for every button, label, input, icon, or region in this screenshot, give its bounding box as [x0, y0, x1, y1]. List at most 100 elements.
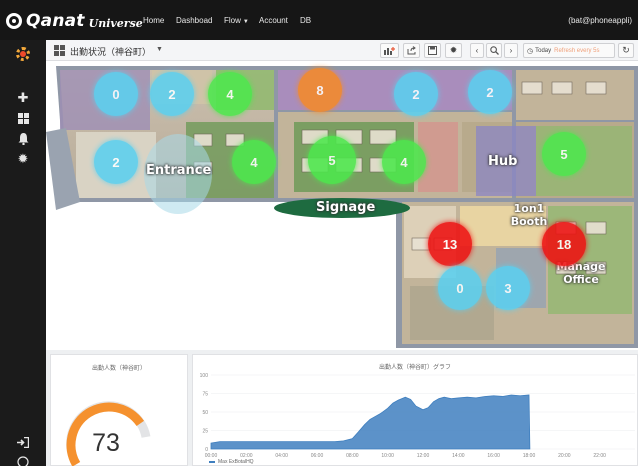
y-tick-label: 75 [202, 392, 208, 398]
x-tick-label: 22:00 [593, 453, 606, 459]
gear-icon: ✹ [449, 45, 458, 55]
app-window: Qanat Universe Home Dashboad Flow ▼ Accou… [0, 0, 638, 466]
legend-swatch [209, 461, 215, 463]
logo-ring-icon [6, 13, 22, 29]
gauge-panel[interactable]: 出勤人数（神谷町） 73 [50, 354, 188, 466]
occupancy-bubble[interactable]: 2 [468, 70, 512, 114]
occupancy-bubble[interactable]: 2 [150, 72, 194, 116]
legend-label: Max ExBotalHQ [218, 459, 254, 465]
gauge-value: 73 [92, 429, 120, 457]
save-icon [428, 46, 437, 55]
occupancy-bubble[interactable]: 3 [486, 266, 530, 310]
graph-legend[interactable]: Max ExBotalHQ [209, 459, 254, 465]
nav-dashboard[interactable]: Dashboad [176, 16, 212, 25]
nav-db[interactable]: DB [300, 16, 311, 25]
occupancy-count: 0 [456, 280, 464, 296]
bell-icon[interactable] [15, 131, 31, 147]
occupancy-count: 4 [250, 154, 258, 170]
occupancy-bubble[interactable]: 0 [94, 72, 138, 116]
share-icon [407, 46, 416, 55]
sign-in-icon[interactable] [15, 434, 31, 450]
bar-chart-plus-icon [384, 47, 395, 55]
y-tick-label: 100 [200, 373, 209, 379]
chevron-down-icon[interactable]: ▼ [156, 46, 163, 53]
chevron-right-icon: › [509, 46, 513, 55]
search-icon [489, 46, 499, 55]
refresh-button[interactable]: ↻ [618, 43, 634, 58]
dashboards-grid-icon[interactable] [15, 110, 31, 126]
occupancy-count: 0 [112, 86, 120, 102]
plus-icon[interactable]: ✚ [15, 90, 31, 106]
top-navbar: Qanat Universe Home Dashboad Flow ▼ Accou… [0, 0, 638, 40]
time-back-button[interactable]: ‹ [470, 43, 484, 58]
user-menu[interactable]: (bat@phoneappli) [568, 16, 632, 25]
x-tick-label: 16:00 [487, 453, 500, 459]
occupancy-bubble[interactable]: 8 [298, 68, 342, 112]
occupancy-count: 4 [226, 86, 234, 102]
settings-button[interactable]: ✹ [445, 43, 462, 58]
share-button[interactable] [403, 43, 420, 58]
dashboard-grid-icon [54, 45, 65, 56]
occupancy-bubble[interactable]: 5 [542, 132, 586, 176]
refresh-icon: ↻ [622, 45, 630, 55]
occupancy-bubble[interactable]: 0 [438, 266, 482, 310]
occupancy-count: 2 [112, 154, 120, 170]
zone-label-entrance: Entrance [146, 163, 212, 178]
zoom-out-button[interactable] [486, 43, 502, 58]
nav-home[interactable]: Home [143, 16, 164, 25]
occupancy-count: 2 [412, 86, 420, 102]
x-tick-label: 20:00 [558, 453, 571, 459]
brand-subname: Universe [88, 16, 143, 30]
help-icon[interactable] [15, 454, 31, 466]
brand-logo[interactable]: Qanat Universe [6, 11, 143, 31]
occupancy-bubble[interactable]: 18 [542, 222, 586, 266]
zone-label-booth: 1on1 Booth [510, 202, 548, 228]
zone-label-signage: Signage [316, 200, 376, 215]
occupancy-bubble[interactable]: 4 [382, 140, 426, 184]
x-tick-label: 10:00 [381, 453, 394, 459]
dashboard-header: 出勤状況（神谷町） ▼ ✹ ‹ › ◷ Today Refresh every … [46, 40, 638, 61]
time-forward-button[interactable]: › [504, 43, 518, 58]
occupancy-count: 2 [168, 86, 176, 102]
zone-label-hub: Hub [488, 154, 518, 169]
nav-flow-label: Flow [224, 16, 241, 25]
occupancy-bubble[interactable]: 13 [428, 222, 472, 266]
occupancy-bubble[interactable]: 4 [208, 72, 252, 116]
x-tick-label: 18:00 [523, 453, 536, 459]
time-picker-button[interactable]: ◷ Today Refresh every 5s [523, 43, 615, 58]
occupancy-bubble[interactable]: 5 [308, 136, 356, 184]
occupancy-count: 3 [504, 280, 512, 296]
gear-icon[interactable]: ✹ [15, 151, 31, 167]
occupancy-count: 4 [400, 154, 408, 170]
occupancy-count: 18 [556, 236, 572, 252]
add-panel-button[interactable] [380, 43, 399, 58]
x-tick-label: 12:00 [417, 453, 430, 459]
series-area [210, 394, 531, 450]
occupancy-bubble[interactable]: 2 [94, 140, 138, 184]
graph-panel[interactable]: 出勤人数（神谷町）グラフ 0 25 50 75 100 00:00 02:00 04:00 06… [192, 354, 638, 466]
occupancy-count: 2 [486, 84, 494, 100]
chevron-left-icon: ‹ [475, 46, 479, 55]
x-tick-label: 06:00 [311, 453, 324, 459]
save-button[interactable] [424, 43, 441, 58]
x-tick-label: 14:00 [452, 453, 465, 459]
occupancy-bubble[interactable]: 2 [394, 72, 438, 116]
grafana-logo-icon[interactable] [13, 44, 33, 64]
floor-map-panel: Entrance Signage Hub 1on1 Booth Manage O… [46, 62, 638, 348]
occupancy-count: 13 [442, 236, 458, 252]
attendance-graph: 025507510000:00 02:00 04:00 06:00 08:00 10:00… [200, 373, 635, 459]
sidebar: ✚ ✹ [0, 40, 46, 466]
y-tick-label: 25 [202, 429, 208, 435]
occupancy-count: 5 [560, 146, 568, 162]
bottom-panels: 出勤人数（神谷町） 73 出勤人数（神谷町）グラフ 0 25 50 75 100 00:0… [46, 350, 638, 466]
occupancy-count: 5 [328, 152, 336, 168]
occupancy-bubble[interactable]: 4 [232, 140, 276, 184]
time-range-label: Today [535, 47, 552, 54]
nav-account[interactable]: Account [259, 16, 288, 25]
dashboard-title[interactable]: 出勤状況（神谷町） [70, 45, 151, 58]
nav-flow[interactable]: Flow ▼ [224, 16, 249, 25]
chevron-down-icon: ▼ [242, 19, 249, 25]
refresh-interval-label: Refresh every 5s [554, 47, 600, 54]
y-tick-label: 50 [202, 410, 208, 416]
x-tick-label: 08:00 [346, 453, 359, 459]
